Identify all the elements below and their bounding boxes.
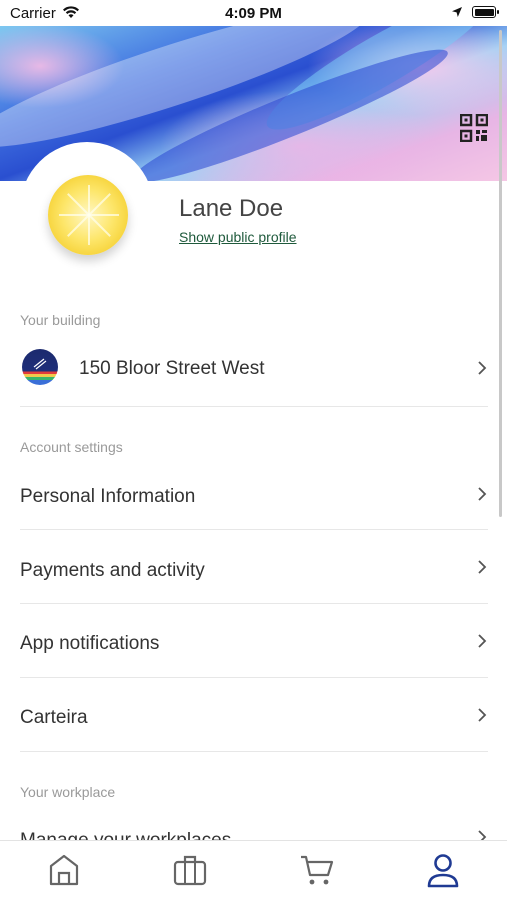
menu-item-app-notifications[interactable]: App notifications: [0, 607, 507, 681]
bottom-tab-bar: [0, 840, 507, 901]
status-time: 4:09 PM: [225, 5, 282, 22]
chevron-right-icon: [478, 487, 487, 501]
show-public-profile-link[interactable]: Show public profile: [179, 229, 297, 245]
menu-item-label: Personal Information: [20, 486, 196, 507]
tab-briefcase[interactable]: [173, 853, 207, 892]
profile-icon: [427, 854, 459, 888]
section-label-account: Account settings: [20, 439, 123, 455]
divider: [20, 529, 488, 530]
menu-item-label: Carteira: [20, 707, 88, 728]
location-arrow-icon: [452, 7, 462, 17]
home-icon: [49, 854, 79, 886]
chevron-right-icon: [478, 634, 487, 648]
tab-cart[interactable]: [299, 853, 335, 892]
menu-item-payments-and-activity[interactable]: Payments and activity: [0, 533, 507, 607]
chevron-right-icon: [478, 560, 487, 574]
divider: [20, 406, 488, 407]
building-logo: [22, 349, 58, 385]
divider: [20, 677, 488, 678]
building-logo-emblem: [33, 358, 47, 370]
avatar[interactable]: [48, 175, 128, 255]
tab-profile[interactable]: [426, 853, 460, 894]
cart-icon: [301, 855, 334, 885]
status-bar: Carrier 4:09 PM: [0, 0, 507, 26]
section-label-building: Your building: [20, 312, 101, 328]
chevron-right-icon: [478, 708, 487, 722]
qr-code-icon[interactable]: [460, 114, 488, 142]
section-label-workplace: Your workplace: [20, 784, 116, 800]
battery-icon: [472, 6, 499, 18]
menu-item-label: Payments and activity: [20, 560, 205, 581]
menu-item-carteira[interactable]: Carteira: [0, 681, 507, 755]
building-name: 150 Bloor Street West: [79, 358, 265, 379]
tab-home[interactable]: [48, 853, 80, 892]
scrollbar[interactable]: [499, 30, 502, 517]
menu-item-personal-information[interactable]: Personal Information: [0, 459, 507, 533]
briefcase-icon: [173, 855, 207, 886]
menu-item-label: App notifications: [20, 633, 160, 654]
chevron-right-icon: [478, 361, 487, 375]
divider: [20, 603, 488, 604]
profile-name: Lane Doe: [179, 195, 284, 222]
building-row[interactable]: 150 Bloor Street West: [0, 331, 507, 405]
divider: [20, 751, 488, 752]
